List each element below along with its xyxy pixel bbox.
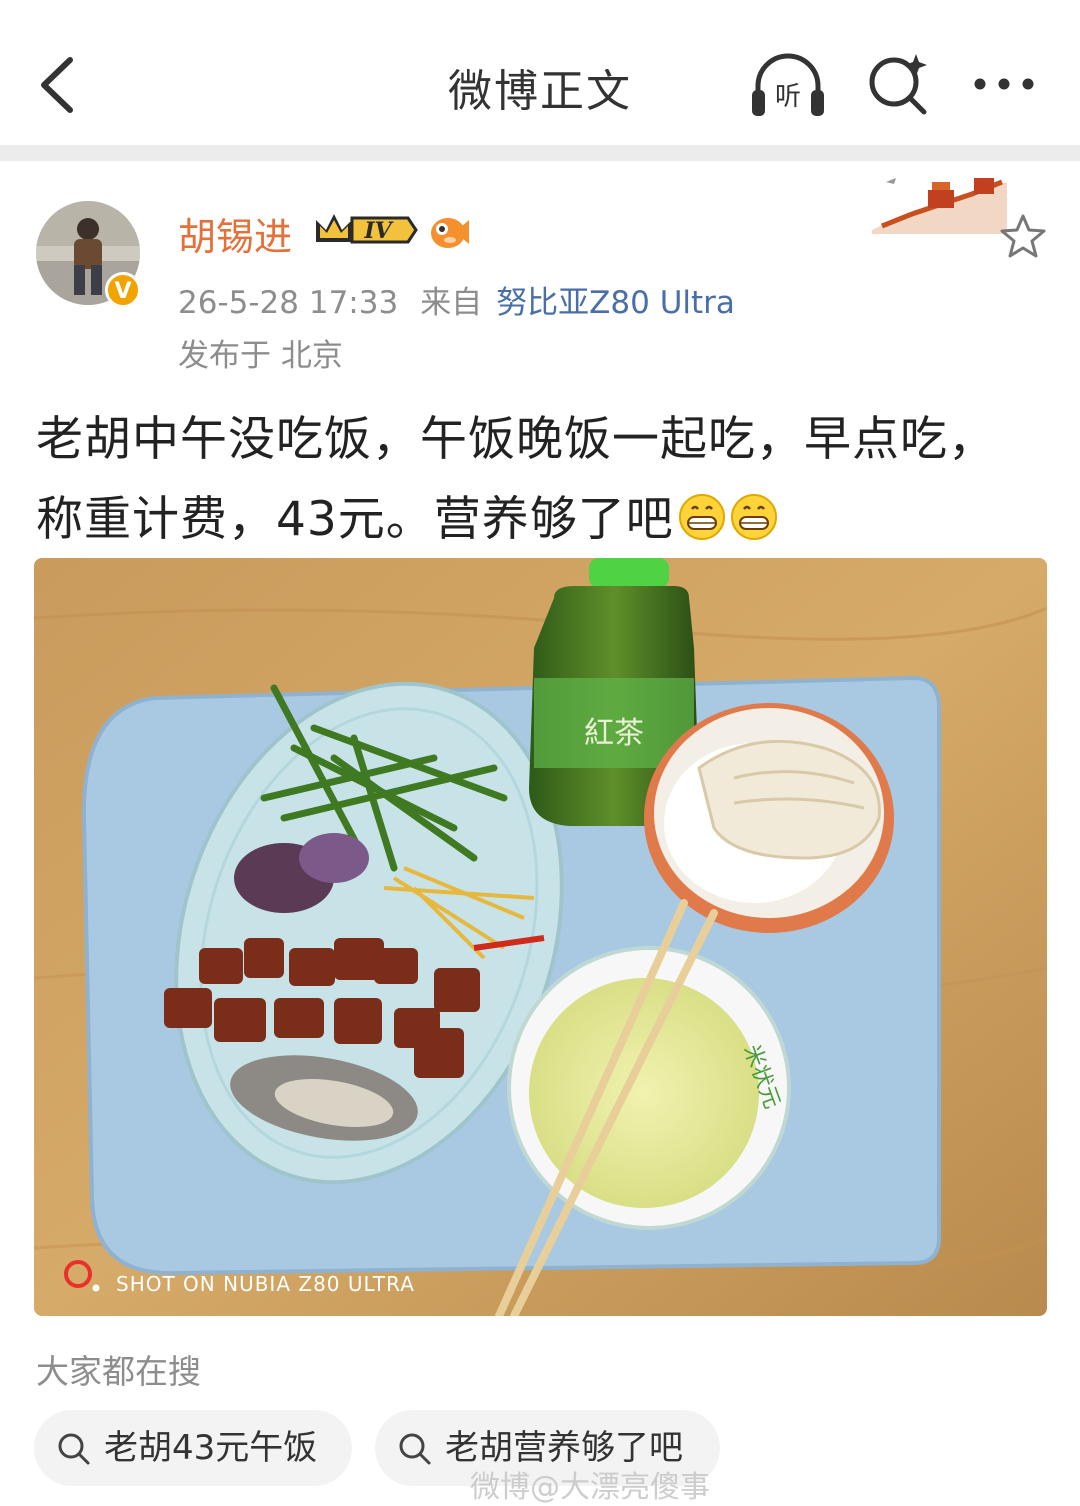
top-bar: 微博正文 听 bbox=[0, 0, 1080, 145]
fish-badge-icon[interactable] bbox=[428, 212, 470, 252]
great-wall-decoration-icon bbox=[872, 178, 1007, 234]
favorite-star-icon[interactable] bbox=[1000, 213, 1046, 259]
camera-watermark-text: SHOT ON NUBIA Z80 ULTRA bbox=[116, 1272, 415, 1296]
member-crown-badge-icon[interactable]: IV bbox=[312, 208, 420, 252]
search-icon bbox=[399, 1433, 431, 1465]
more-options-icon[interactable] bbox=[972, 64, 1036, 104]
trending-searches-heading: 大家都在搜 bbox=[36, 1352, 201, 1391]
camera-watermark-logo-icon bbox=[64, 1260, 100, 1292]
device-source-link[interactable]: 努比亚Z80 Ultra bbox=[496, 285, 735, 321]
listen-headphones-icon[interactable]: 听 bbox=[748, 50, 828, 120]
post-photo[interactable]: 紅茶 米状元 bbox=[34, 558, 1047, 1316]
header-separator bbox=[0, 145, 1080, 161]
grin-emoji-icon bbox=[730, 494, 777, 540]
post-text: 老胡中午没吃饭，午饭晚饭一起吃，早点吃，称重计费，43元。营养够了吧 bbox=[36, 412, 996, 547]
level-badge-text: IV bbox=[363, 218, 393, 244]
search-chip-label: 老胡43元午饭 bbox=[104, 1428, 318, 1468]
post-meta: 26-5-28 17:33 来自 努比亚Z80 Ultra bbox=[178, 277, 735, 322]
post-timestamp: 26-5-28 17:33 bbox=[178, 285, 399, 321]
search-chip[interactable]: 老胡43元午饭 bbox=[34, 1410, 352, 1486]
listen-label: 听 bbox=[775, 82, 801, 112]
footer-watermark: 微博@大漂亮傻事 bbox=[470, 1470, 710, 1505]
search-icon bbox=[58, 1433, 90, 1465]
search-icon[interactable] bbox=[866, 50, 932, 116]
verified-badge-icon: V bbox=[105, 272, 141, 308]
post-location: 发布于 北京 bbox=[178, 338, 343, 374]
post-content: 老胡中午没吃饭，午饭晚饭一起吃，早点吃，称重计费，43元。营养够了吧 bbox=[36, 400, 1036, 560]
username[interactable]: 胡锡进 bbox=[178, 206, 292, 261]
from-label: 来自 bbox=[420, 285, 483, 321]
svg-text:紅茶: 紅茶 bbox=[584, 716, 644, 751]
grin-emoji-icon bbox=[678, 494, 725, 540]
